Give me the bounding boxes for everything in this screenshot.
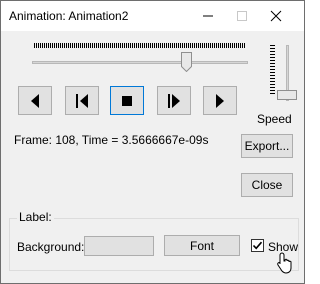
speed-label: Speed — [257, 112, 292, 126]
triangle-right-icon — [216, 93, 224, 108]
stop-button[interactable] — [110, 86, 144, 115]
window-title: Animation: Animation2 — [9, 9, 129, 23]
close-window-button[interactable] — [259, 1, 293, 31]
maximize-icon — [237, 11, 247, 21]
triangle-left-icon — [31, 93, 39, 108]
maximize-button[interactable] — [225, 1, 259, 31]
step-forward-button[interactable] — [157, 86, 191, 115]
frame-slider-thumb[interactable] — [181, 52, 192, 72]
show-checkbox[interactable] — [251, 239, 264, 252]
mouse-cursor-icon — [277, 252, 292, 274]
frame-slider-track[interactable] — [32, 61, 248, 64]
label-group-title: Label: — [17, 210, 54, 224]
speed-slider-ticks — [270, 45, 275, 94]
frame-info-text: Frame: 108, Time = 3.5666667e-09s — [14, 133, 209, 147]
font-button[interactable]: Font — [164, 235, 240, 256]
animation-window: Animation: Animation2 Speed Frame: 108, … — [0, 0, 305, 284]
step-back-button[interactable] — [18, 86, 52, 115]
title-bar: Animation: Animation2 — [1, 1, 304, 31]
play-button[interactable] — [203, 86, 237, 115]
minimize-icon — [203, 15, 213, 17]
background-label: Background: — [17, 240, 85, 254]
minimize-button[interactable] — [191, 1, 225, 31]
speed-slider-thumb[interactable] — [277, 90, 297, 100]
checkmark-icon — [252, 241, 263, 250]
bar-triangle-right-icon — [168, 93, 180, 108]
bar-triangle-left-icon — [76, 93, 88, 108]
frame-slider-ticks — [34, 43, 245, 48]
square-stop-icon — [122, 95, 132, 106]
export-button[interactable]: Export... — [241, 134, 293, 158]
close-icon — [270, 10, 282, 22]
close-button[interactable]: Close — [241, 173, 293, 197]
rewind-button[interactable] — [65, 86, 99, 115]
background-color-swatch[interactable] — [84, 236, 154, 256]
